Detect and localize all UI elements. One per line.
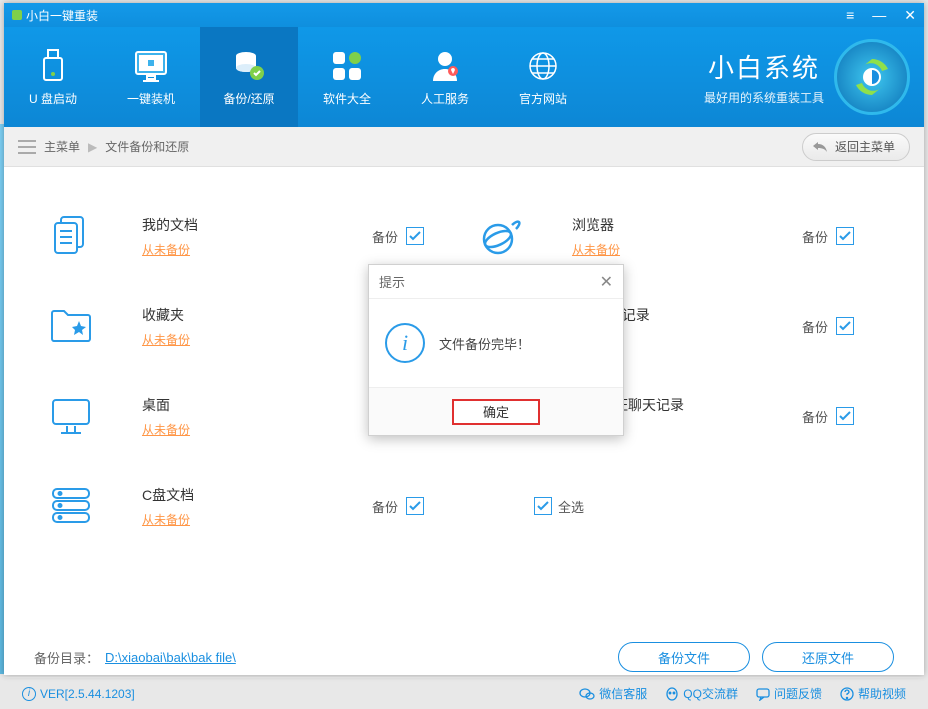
info-icon: i: [22, 687, 36, 701]
help-icon: [840, 687, 854, 701]
item-title: 收藏夹: [142, 305, 190, 325]
globe-icon: [525, 48, 561, 84]
version-label[interactable]: VER[2.5.44.1203]: [40, 687, 135, 701]
feedback-icon: [756, 687, 770, 701]
backup-files-button[interactable]: 备份文件: [618, 642, 750, 672]
backup-label: 备份: [372, 497, 398, 516]
feedback-link[interactable]: 问题反馈: [756, 685, 822, 702]
item-cdisk: C盘文档 从未备份 备份: [34, 461, 464, 551]
item-status[interactable]: 从未备份: [142, 421, 190, 438]
close-window-icon[interactable]: ✕: [904, 7, 916, 24]
wechat-icon: [579, 687, 595, 701]
favorites-folder-icon: [48, 303, 94, 349]
nav-support[interactable]: 人工服务: [396, 27, 494, 127]
monitor-icon: [133, 48, 169, 84]
brand-subtitle: 最好用的系统重装工具: [704, 89, 824, 106]
breadcrumb-bar: 主菜单 ▶ 文件备份和还原 返回主菜单: [4, 127, 924, 167]
list-icon: [18, 140, 36, 154]
backup-checkbox-documents[interactable]: [406, 227, 424, 245]
dialog-message: 文件备份完毕！: [439, 334, 530, 353]
restore-files-button[interactable]: 还原文件: [762, 642, 894, 672]
path-label: 备份目录：: [34, 648, 99, 667]
backup-checkbox-aliww[interactable]: [836, 407, 854, 425]
nav-software[interactable]: 软件大全: [298, 27, 396, 127]
nav-oneclick[interactable]: 一键装机: [102, 27, 200, 127]
backup-checkbox-browser[interactable]: [836, 227, 854, 245]
item-status[interactable]: 从未备份: [142, 241, 198, 258]
item-title: 我的文档: [142, 215, 198, 235]
brand-logo-icon: [834, 39, 910, 115]
qq-group-link[interactable]: QQ交流群: [665, 685, 738, 702]
item-title: 桌面: [142, 395, 190, 415]
backup-path-link[interactable]: D:\xiaobai\bak\bak file\: [105, 650, 236, 665]
alert-dialog: 提示 ✕ i 文件备份完毕！ 确定: [368, 264, 624, 436]
return-main-button[interactable]: 返回主菜单: [802, 133, 910, 161]
server-icon: [48, 483, 94, 529]
chevron-right-icon: ▶: [88, 140, 97, 154]
footer-path-row: 备份目录： D:\xiaobai\bak\bak file\ 备份文件 还原文件: [4, 637, 924, 677]
dialog-ok-button[interactable]: 确定: [452, 399, 540, 425]
brand-area: 小白系统 最好用的系统重装工具: [704, 27, 924, 127]
wechat-support-link[interactable]: 微信客服: [579, 685, 647, 702]
window-title: 小白一键重装: [26, 7, 98, 24]
item-status[interactable]: 从未备份: [572, 241, 620, 258]
usb-icon: [35, 48, 71, 84]
browser-icon: [478, 213, 524, 259]
app-icon: [12, 10, 22, 20]
nav-usb[interactable]: U 盘启动: [4, 27, 102, 127]
item-title: 浏览器: [572, 215, 620, 235]
documents-icon: [48, 213, 94, 259]
select-all-checkbox[interactable]: [534, 497, 552, 515]
status-bar: i VER[2.5.44.1203] 微信客服 QQ交流群 问题反馈 帮助视频: [4, 677, 924, 709]
title-bar: 小白一键重装 ≡ — ✕: [4, 3, 924, 27]
backup-label: 备份: [802, 317, 828, 336]
menu-icon[interactable]: ≡: [846, 7, 854, 23]
undo-icon: [811, 139, 829, 155]
backup-checkbox-cdisk[interactable]: [406, 497, 424, 515]
minimize-icon[interactable]: —: [872, 7, 886, 23]
select-all-label: 全选: [558, 497, 584, 516]
nav-bar: U 盘启动 一键装机 备份/还原 软件大全 人工服务: [4, 27, 924, 127]
nav-backup-restore[interactable]: 备份/还原: [200, 27, 298, 127]
database-icon: [231, 48, 267, 84]
dialog-close-icon[interactable]: ✕: [600, 272, 613, 292]
help-video-link[interactable]: 帮助视频: [840, 685, 906, 702]
breadcrumb-current: 文件备份和还原: [105, 138, 189, 155]
backup-checkbox-qq[interactable]: [836, 317, 854, 335]
qq-icon: [665, 687, 679, 701]
nav-website[interactable]: 官方网站: [494, 27, 592, 127]
backup-label: 备份: [802, 227, 828, 246]
desktop-monitor-icon: [48, 393, 94, 439]
item-title: C盘文档: [142, 485, 194, 505]
info-circle-icon: i: [385, 323, 425, 363]
item-status[interactable]: 从未备份: [142, 511, 194, 528]
backup-label: 备份: [372, 227, 398, 246]
item-status[interactable]: 从未备份: [142, 331, 190, 348]
person-icon: [427, 48, 463, 84]
breadcrumb-root[interactable]: 主菜单: [44, 138, 80, 155]
backup-label: 备份: [802, 407, 828, 426]
dialog-title: 提示: [379, 272, 405, 291]
apps-icon: [329, 48, 365, 84]
brand-title: 小白系统: [704, 48, 824, 85]
select-all-row: 全选: [464, 461, 894, 551]
